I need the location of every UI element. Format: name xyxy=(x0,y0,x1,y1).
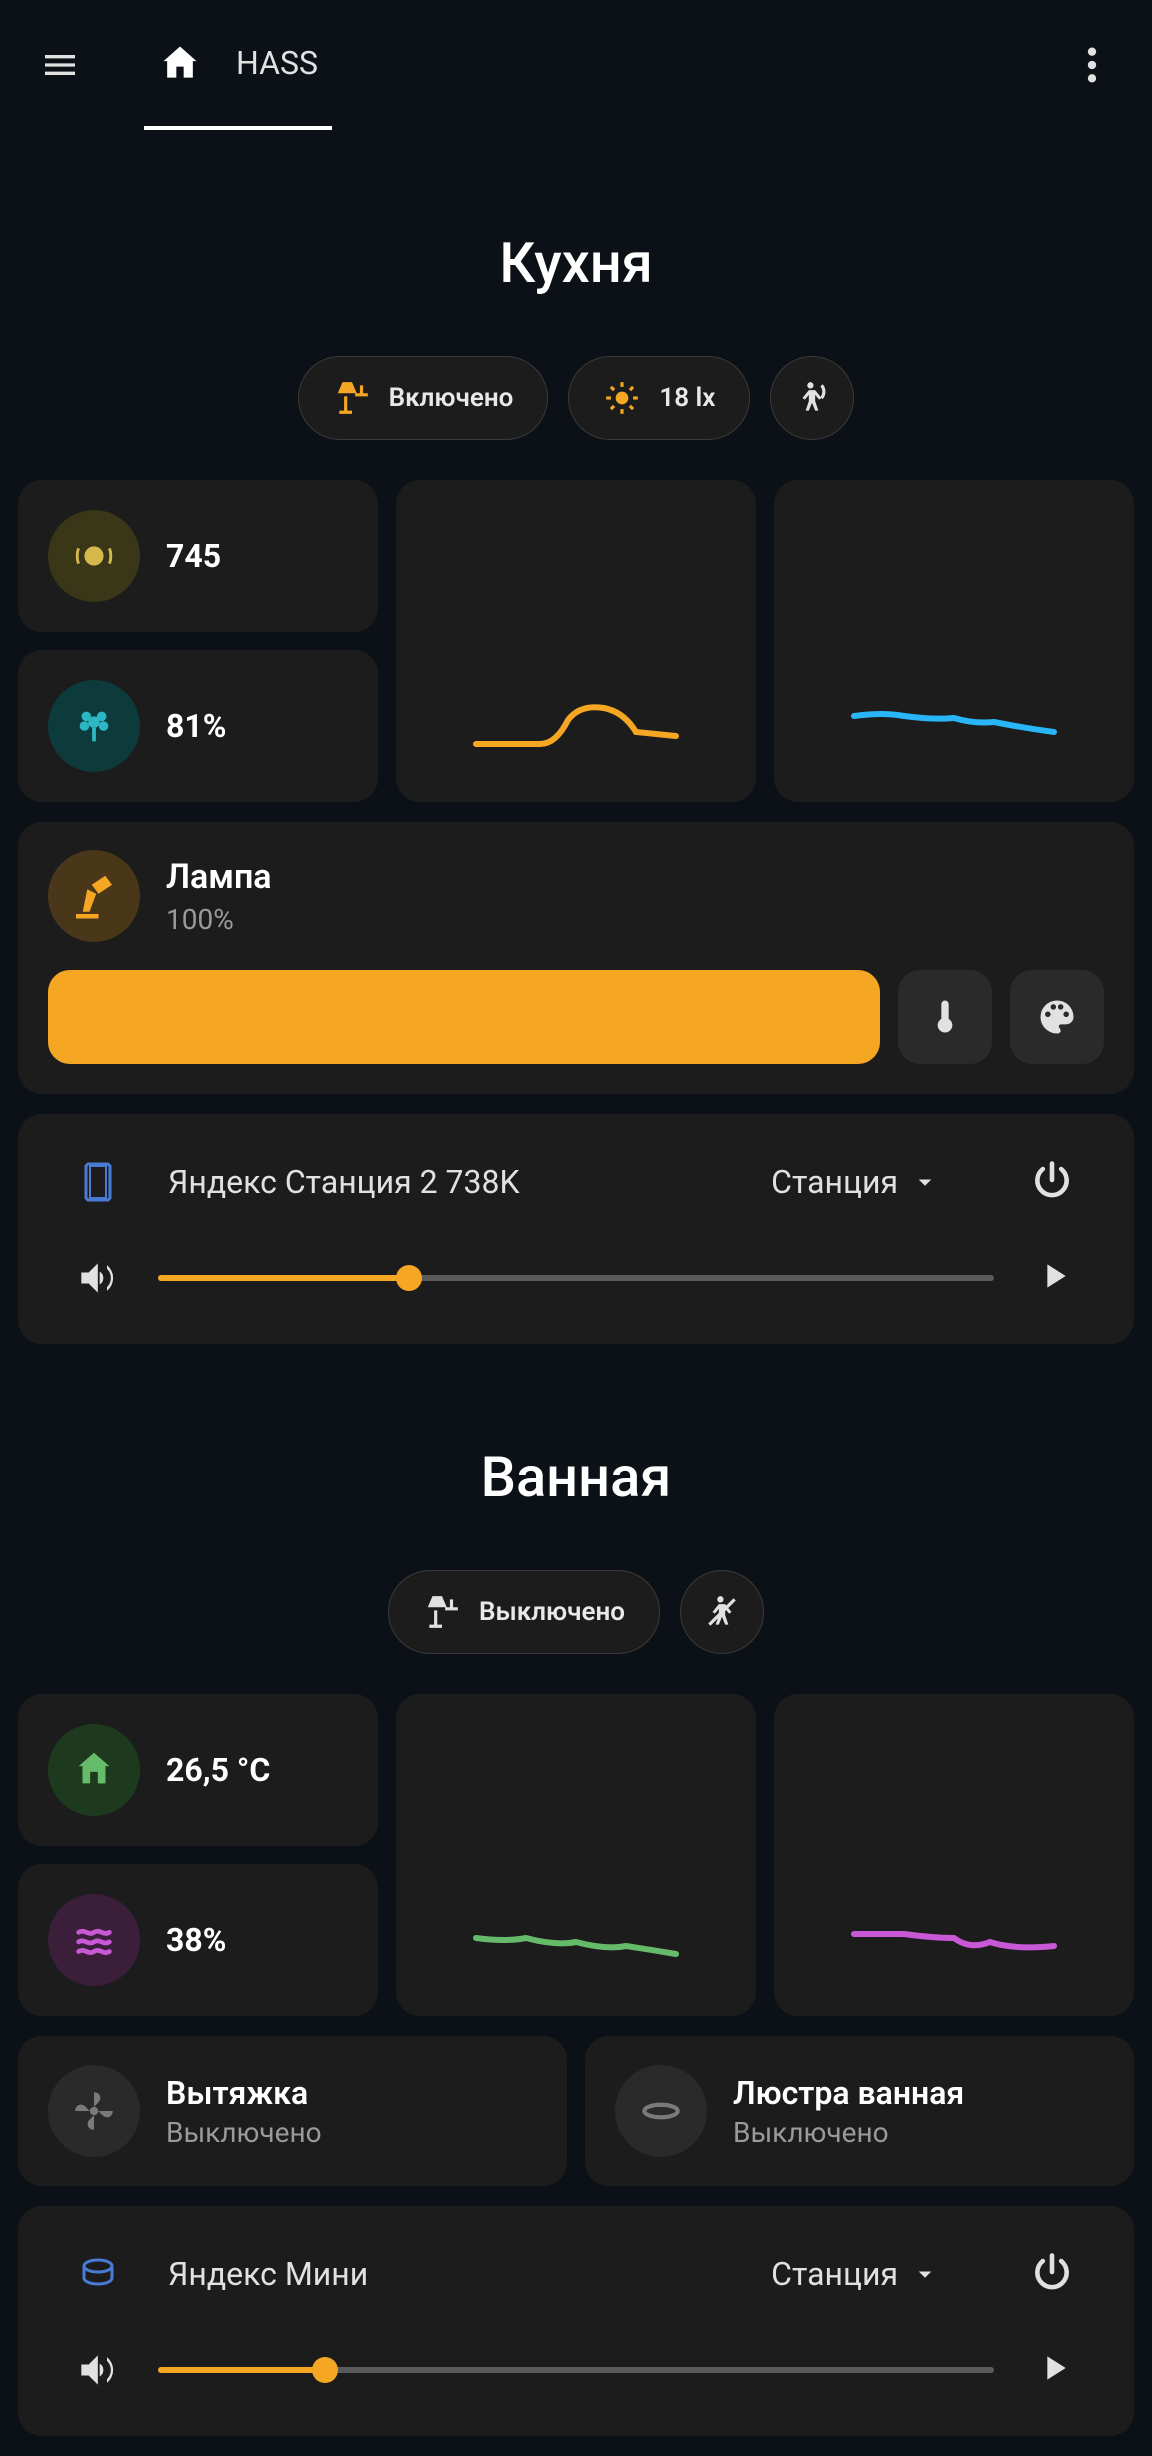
tab-label: HASS xyxy=(236,44,318,82)
card-bathroom-humidity-graph[interactable] xyxy=(774,1694,1134,2016)
tab-hass[interactable]: HASS xyxy=(144,0,332,130)
flower-icon xyxy=(48,680,140,772)
humidity-value: 38% xyxy=(166,1921,226,1959)
media-volume-slider[interactable] xyxy=(158,1258,994,1298)
card-bathroom-temp-graph[interactable] xyxy=(396,1694,756,2016)
card-kitchen-lamp: Лампа 100% xyxy=(18,822,1134,1094)
volume-icon[interactable] xyxy=(74,2348,118,2392)
sparkline-orange xyxy=(441,696,711,756)
card-kitchen-humidity-graph[interactable] xyxy=(774,480,1134,802)
power-icon xyxy=(1030,2250,1074,2294)
chevron-down-icon xyxy=(910,1167,940,1197)
chip-kitchen-motion[interactable] xyxy=(770,356,854,440)
waves-icon xyxy=(48,1894,140,1986)
kitchen-sensor-grid: 745 81% xyxy=(18,480,1134,802)
media-source-select[interactable]: Станция xyxy=(771,2255,940,2293)
lamp-icon xyxy=(333,379,371,417)
lamp-temp-button[interactable] xyxy=(898,970,992,1064)
chip-light-label: Выключено xyxy=(479,1597,625,1627)
bathroom-device-grid: Вытяжка Выключено Люстра ванная Выключен… xyxy=(18,2036,1134,2186)
chip-kitchen-light[interactable]: Включено xyxy=(298,356,549,440)
home-icon xyxy=(158,41,202,85)
fan-icon xyxy=(48,2065,140,2157)
home-temp-icon xyxy=(48,1724,140,1816)
ceiling-state: Выключено xyxy=(733,2116,964,2149)
chip-bathroom-light[interactable]: Выключено xyxy=(388,1570,660,1654)
lamp-level: 100% xyxy=(166,903,272,936)
card-kitchen-co2-graph[interactable] xyxy=(396,480,756,802)
card-bathroom-fan[interactable]: Вытяжка Выключено xyxy=(18,2036,567,2186)
card-bathroom-temp[interactable]: 26,5 °C xyxy=(18,1694,378,1846)
overflow-menu-button[interactable] xyxy=(1068,41,1116,89)
card-kitchen-co2[interactable]: 745 xyxy=(18,480,378,632)
sparkline-green xyxy=(441,1910,711,1970)
media-source-select[interactable]: Станция xyxy=(771,1163,940,1201)
play-icon xyxy=(1034,1256,1074,1296)
card-bathroom-media: Яндекс Мини Станция xyxy=(18,2206,1134,2436)
card-kitchen-media: Яндекс Станция 2 738K Станция xyxy=(18,1114,1134,1344)
co2-icon xyxy=(48,510,140,602)
menu-button[interactable] xyxy=(36,41,84,89)
media-power-button[interactable] xyxy=(1030,2250,1078,2298)
fan-state: Выключено xyxy=(166,2116,322,2149)
card-kitchen-humidity[interactable]: 81% xyxy=(18,650,378,802)
kitchen-chips: Включено 18 lx xyxy=(18,356,1134,440)
media-name: Яндекс Мини xyxy=(168,2255,725,2293)
media-power-button[interactable] xyxy=(1030,1158,1078,1206)
desk-lamp-icon[interactable] xyxy=(48,850,140,942)
lamp-brightness-slider[interactable] xyxy=(48,970,880,1064)
media-name: Яндекс Станция 2 738K xyxy=(168,1163,725,1201)
chevron-down-icon xyxy=(910,2259,940,2289)
section-title-bathroom: Ванная xyxy=(18,1444,1134,1510)
ceiling-name: Люстра ванная xyxy=(733,2074,964,2112)
ceiling-light-icon xyxy=(615,2065,707,2157)
sparkline-magenta xyxy=(819,1910,1089,1970)
play-icon xyxy=(1034,2348,1074,2388)
media-source-label: Станция xyxy=(771,1163,898,1201)
chip-bathroom-motion[interactable] xyxy=(680,1570,764,1654)
media-volume-slider[interactable] xyxy=(158,2350,994,2390)
dots-vertical-icon xyxy=(1087,45,1097,85)
hamburger-icon xyxy=(40,45,80,85)
lamp-color-button[interactable] xyxy=(1010,970,1104,1064)
speaker-icon xyxy=(74,1158,122,1206)
co2-value: 745 xyxy=(166,537,221,575)
bathroom-chips: Выключено xyxy=(18,1570,1134,1654)
motion-off-icon xyxy=(793,379,831,417)
temp-value: 26,5 °C xyxy=(166,1751,270,1789)
section-title-kitchen: Кухня xyxy=(18,230,1134,296)
motion-off-icon xyxy=(703,1593,741,1631)
palette-icon xyxy=(1035,995,1079,1039)
brightness-icon xyxy=(603,379,641,417)
volume-icon[interactable] xyxy=(74,1256,118,1300)
section-kitchen: Кухня Включено 18 lx 745 8 xyxy=(0,230,1152,1344)
section-bathroom: Ванная Выключено 26,5 °C 38% xyxy=(0,1444,1152,2436)
fan-name: Вытяжка xyxy=(166,2074,322,2112)
lamp-name: Лампа xyxy=(166,857,272,897)
speaker-mini-icon xyxy=(74,2250,122,2298)
chip-light-label: Включено xyxy=(389,383,514,413)
chip-lux-label: 18 lx xyxy=(659,383,715,413)
power-icon xyxy=(1030,1158,1074,1202)
chip-kitchen-lux[interactable]: 18 lx xyxy=(568,356,750,440)
card-bathroom-ceiling[interactable]: Люстра ванная Выключено xyxy=(585,2036,1134,2186)
media-source-label: Станция xyxy=(771,2255,898,2293)
thermometer-icon xyxy=(923,995,967,1039)
app-header: HASS xyxy=(0,0,1152,130)
media-play-button[interactable] xyxy=(1034,1256,1078,1300)
card-bathroom-humidity[interactable]: 38% xyxy=(18,1864,378,2016)
bathroom-sensor-grid: 26,5 °C 38% xyxy=(18,1694,1134,2016)
media-play-button[interactable] xyxy=(1034,2348,1078,2392)
lamp-off-icon xyxy=(423,1593,461,1631)
humidity-value: 81% xyxy=(166,707,226,745)
sparkline-cyan xyxy=(819,696,1089,756)
